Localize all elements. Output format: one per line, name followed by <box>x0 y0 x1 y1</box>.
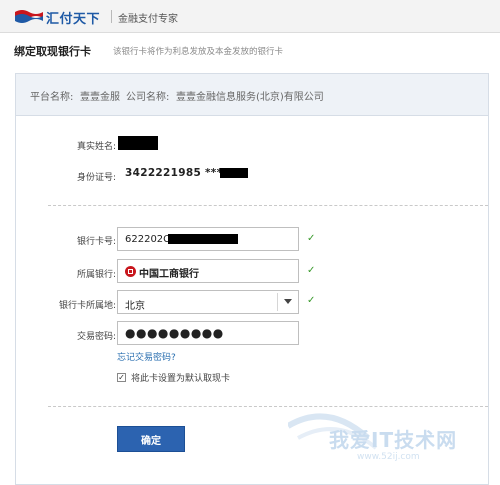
default-card-checkbox[interactable]: ✓ <box>117 373 126 382</box>
platform-label: 平台名称: <box>30 92 74 103</box>
card-number-value: 622202C <box>125 234 171 245</box>
default-card-label: 将此卡设置为默认取现卡 <box>131 374 231 384</box>
redacted-name <box>118 136 158 150</box>
divider <box>48 205 488 206</box>
platform-value: 壹壹金服 <box>80 92 120 103</box>
region-value: 北京 <box>125 301 145 312</box>
bank-label: 所属银行: <box>76 270 116 280</box>
icbc-bank-icon <box>125 266 136 277</box>
id-number-label: 身份证号: <box>76 173 116 183</box>
watermark-url: www.52ij.com <box>357 452 420 462</box>
logo-divider <box>111 10 112 23</box>
top-bar: 汇付天下 金融支付专家 <box>0 0 500 33</box>
bank-value: 中国工商银行 <box>139 269 199 280</box>
region-label: 银行卡所属地: <box>58 301 116 311</box>
forgot-password-link[interactable]: 忘记交易密码? <box>117 350 176 363</box>
watermark-text: 我爱IT技术网 <box>329 428 458 452</box>
page-note: 该银行卡将作为利息发放及本金发放的银行卡 <box>113 47 284 57</box>
company-value: 壹壹金融信息服务(北京)有限公司 <box>176 92 324 103</box>
redacted-id-tail <box>220 168 248 178</box>
card-number-label: 银行卡号: <box>76 237 116 247</box>
password-label: 交易密码: <box>76 332 116 342</box>
id-number-value: 3422221985 **** <box>125 167 229 179</box>
logo-slogan: 金融支付专家 <box>118 14 178 25</box>
check-icon: ✓ <box>307 233 316 244</box>
divider <box>48 406 488 407</box>
redacted-card-number <box>168 234 238 244</box>
check-icon: ✓ <box>307 295 316 306</box>
password-value: ●●●●●●●●● <box>125 326 224 340</box>
real-name-label: 真实姓名: <box>76 142 116 152</box>
logo-text: 汇付天下 <box>46 12 101 27</box>
card-number-input[interactable]: 622202C <box>117 227 299 251</box>
platform-info-bar: 平台名称: 壹壹金服 公司名称: 壹壹金融信息服务(北京)有限公司 <box>16 74 488 116</box>
page-title: 绑定取现银行卡 <box>14 45 91 58</box>
region-select[interactable]: 北京 <box>117 290 299 314</box>
flag-logo-icon <box>15 10 43 23</box>
company-label: 公司名称: <box>126 92 170 103</box>
select-divider <box>277 293 278 311</box>
password-input[interactable]: ●●●●●●●●● <box>117 321 299 345</box>
bank-field[interactable]: 中国工商银行 <box>117 259 299 283</box>
confirm-button[interactable]: 确定 <box>117 426 185 452</box>
chevron-down-icon[interactable] <box>284 299 292 304</box>
check-icon: ✓ <box>307 265 316 276</box>
